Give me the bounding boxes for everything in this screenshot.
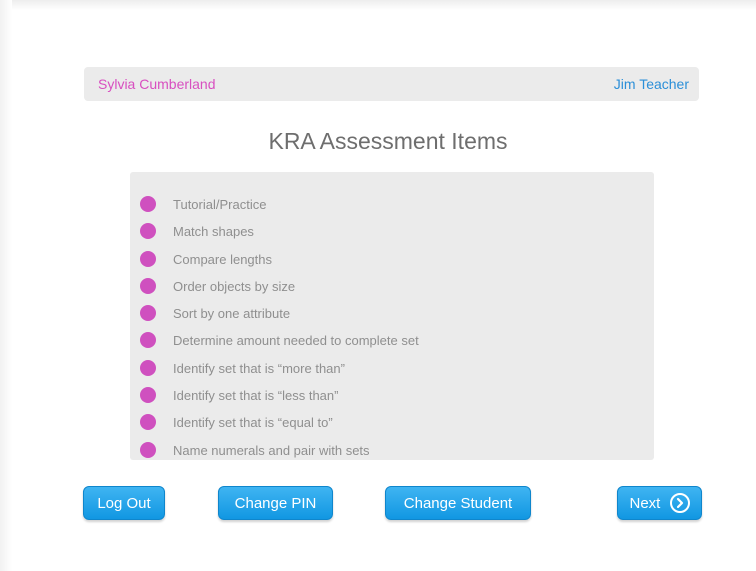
assessment-item-label: Identify set that is “less than” <box>173 388 339 404</box>
bullet-dot-icon <box>140 441 156 458</box>
header-bar: Sylvia Cumberland Jim Teacher <box>84 67 699 101</box>
left-edge-shadow <box>0 0 12 571</box>
assessment-item-label: Tutorial/Practice <box>173 197 267 212</box>
change-pin-button[interactable]: Change PIN <box>218 486 333 520</box>
assessment-item-label: Sort by one attribute <box>173 306 291 322</box>
assessment-item-label: Order objects by size <box>173 278 296 294</box>
change-student-button[interactable]: Change Student <box>385 486 531 520</box>
next-label: Next <box>629 495 661 512</box>
assessment-item-label: Name numerals and pair with sets <box>173 442 370 458</box>
change-student-label: Change Student <box>403 495 513 512</box>
page-title: KRA Assessment Items <box>268 128 508 154</box>
bullet-dot-icon <box>140 332 156 349</box>
log-out-button[interactable]: Log Out <box>83 486 165 520</box>
assessment-item-label: Determine amount needed to complete set <box>173 333 419 349</box>
bullet-dot-icon <box>140 414 156 431</box>
top-edge-shadow <box>0 0 756 10</box>
log-out-label: Log Out <box>97 495 151 512</box>
app-screen: Sylvia Cumberland Jim Teacher KRA Assess… <box>0 0 756 571</box>
bullet-dot-icon <box>140 223 156 240</box>
student-name: Sylvia Cumberland <box>98 76 216 92</box>
assessment-item-label: Identify set that is “equal to” <box>173 415 333 431</box>
chevron-right-circle-icon <box>669 492 690 513</box>
change-pin-label: Change PIN <box>234 495 317 512</box>
assessment-items-panel[interactable]: Tutorial/Practice Match shapes Compare len… <box>130 172 654 460</box>
bullet-dot-icon <box>140 387 156 404</box>
bullet-dot-icon <box>140 196 156 212</box>
assessment-item-label: Match shapes <box>173 224 254 240</box>
assessment-item-label: Compare lengths <box>173 251 272 267</box>
bullet-dot-icon <box>140 277 156 294</box>
bullet-dot-icon <box>140 250 156 267</box>
next-button[interactable]: Next <box>617 486 702 520</box>
teacher-name: Jim Teacher <box>613 76 689 92</box>
bullet-dot-icon <box>140 359 156 376</box>
bullet-dot-icon <box>140 305 156 322</box>
assessment-item-label: Identify set that is “more than” <box>173 360 345 376</box>
